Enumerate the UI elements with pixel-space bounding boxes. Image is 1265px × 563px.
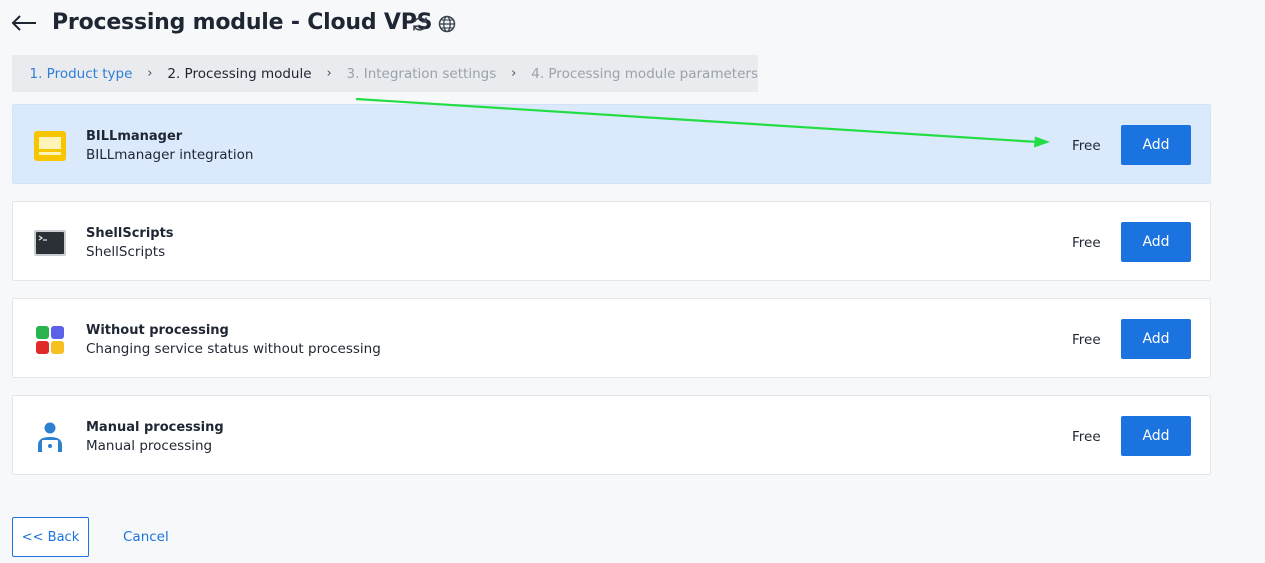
terminal-icon	[34, 230, 66, 256]
module-description: Changing service status without processi…	[86, 341, 381, 357]
back-arrow-icon[interactable]	[10, 9, 38, 37]
module-card-without-processing[interactable]: Without processing Changing service stat…	[12, 298, 1211, 378]
grid-icon	[36, 326, 64, 354]
step-product-type[interactable]: 1. Product type	[30, 66, 133, 82]
step-processing-module: 2. Processing module	[167, 65, 312, 82]
step-module-parameters: 4. Processing module parameters	[531, 65, 758, 82]
cancel-link[interactable]: Cancel	[123, 529, 169, 545]
laptop-icon	[34, 131, 66, 161]
globe-icon[interactable]	[437, 14, 457, 34]
module-price: Free	[1072, 332, 1101, 348]
module-description: Manual processing	[86, 438, 213, 454]
module-card-shellscripts[interactable]: ShellScripts ShellScripts Free Add	[12, 201, 1211, 281]
module-description: BILLmanager integration	[86, 147, 254, 163]
module-name: Without processing	[86, 323, 229, 338]
module-price: Free	[1072, 138, 1101, 154]
module-name: Manual processing	[86, 420, 224, 435]
wizard-steps: 1. Product type › 2. Processing module ›…	[12, 55, 758, 92]
add-button[interactable]: Add	[1121, 222, 1191, 262]
chevron-right-icon: ›	[511, 66, 517, 81]
page-title: Processing module - Cloud VPS	[52, 10, 433, 35]
person-laptop-icon	[38, 422, 62, 452]
step-integration-settings: 3. Integration settings	[346, 65, 497, 82]
module-name: ShellScripts	[86, 226, 174, 241]
chevron-right-icon: ›	[326, 66, 332, 81]
module-price: Free	[1072, 235, 1101, 251]
page-header: Processing module - Cloud VPS	[0, 0, 1265, 50]
refresh-icon[interactable]	[410, 14, 430, 34]
back-button[interactable]: << Back	[12, 517, 89, 557]
add-button[interactable]: Add	[1121, 125, 1191, 165]
module-description: ShellScripts	[86, 244, 166, 260]
module-card-billmanager[interactable]: BILLmanager BILLmanager integration Free…	[12, 104, 1211, 184]
chevron-right-icon: ›	[147, 66, 153, 81]
add-button[interactable]: Add	[1121, 319, 1191, 359]
module-price: Free	[1072, 429, 1101, 445]
add-button[interactable]: Add	[1121, 416, 1191, 456]
module-card-manual-processing[interactable]: Manual processing Manual processing Free…	[12, 395, 1211, 475]
module-name: BILLmanager	[86, 129, 183, 144]
